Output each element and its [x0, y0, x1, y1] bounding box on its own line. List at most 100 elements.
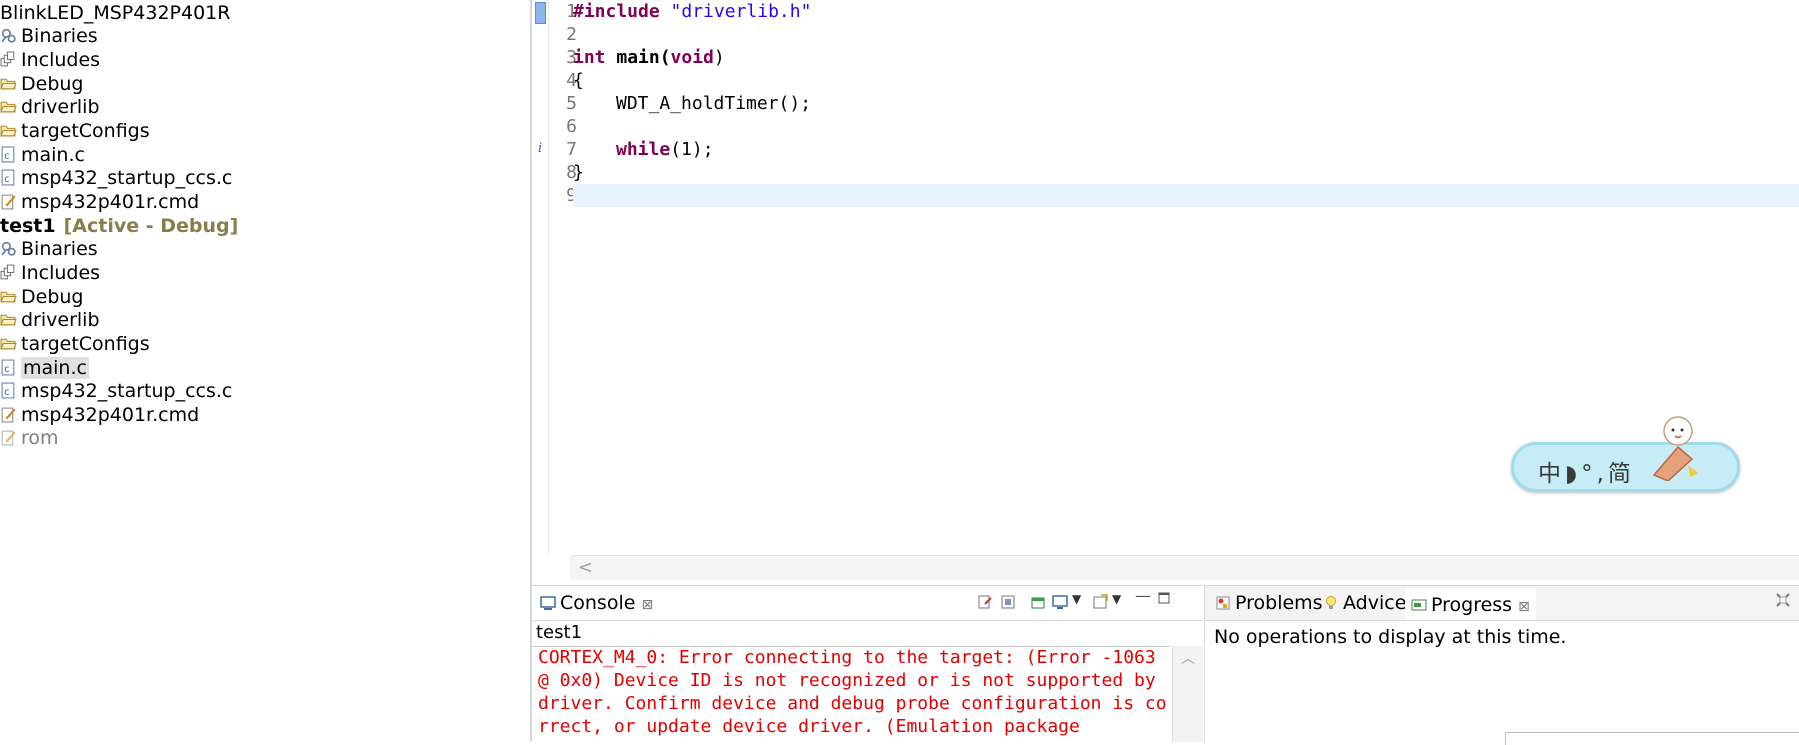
svg-text:c: c: [4, 364, 9, 375]
preprocessor-keyword: #include: [573, 1, 660, 22]
scroll-lock-icon[interactable]: [1000, 594, 1016, 610]
tree-item-driverlib[interactable]: driverlib: [0, 307, 100, 333]
tree-item-label: targetConfigs: [21, 120, 150, 142]
progress-empty-message: No operations to display at this time.: [1214, 626, 1567, 648]
tree-item-label: Debug: [21, 286, 84, 308]
minimize-icon[interactable]: —: [1135, 586, 1151, 605]
console-icon: [540, 596, 556, 610]
clear-console-icon[interactable]: [977, 594, 993, 610]
code-line-3[interactable]: int main(void): [573, 46, 725, 69]
tree-item-label: Binaries: [21, 238, 98, 260]
ime-mascot-icon: [1652, 416, 1698, 481]
close-icon[interactable]: ⊠: [1518, 599, 1530, 615]
loop-keyword: while: [616, 139, 671, 160]
type-keyword: int: [573, 47, 606, 68]
progress-view: Problems Advice Progress ⊠ No operations …: [1204, 585, 1799, 745]
binaries-icon: [1, 28, 16, 43]
type-keyword: void: [670, 47, 714, 68]
bookmark-marker[interactable]: [535, 2, 546, 24]
tree-item-label: driverlib: [21, 309, 100, 331]
tree-item-label: rom: [21, 427, 59, 449]
cmd-file-icon: [1, 407, 16, 423]
remove-all-finished-icon[interactable]: [1775, 592, 1791, 608]
code-punct: ): [713, 47, 725, 68]
info-marker-icon[interactable]: i: [538, 141, 542, 156]
open-console-icon[interactable]: [1092, 594, 1108, 610]
code-line-1[interactable]: #include "driverlib.h": [573, 0, 811, 23]
folder-icon: [0, 291, 17, 303]
maximize-icon[interactable]: [1158, 592, 1170, 604]
active-debug-tag: [Active - Debug]: [63, 215, 239, 237]
tree-item-label: Debug: [21, 73, 84, 95]
editor-overview-ruler: i: [532, 0, 549, 555]
project-name: test1: [0, 215, 56, 237]
svg-text:c: c: [4, 151, 9, 162]
tab-label: Advice: [1343, 592, 1407, 614]
tab-label: Problems: [1235, 592, 1323, 614]
console-view: Console ⊠ ▼ ▼ — test1 CORTEX_M4_0: Error …: [532, 585, 1203, 742]
close-icon[interactable]: ⊠: [641, 597, 653, 613]
chevron-down-icon[interactable]: ▼: [1072, 592, 1081, 606]
editor-horizontal-scrollbar[interactable]: <: [570, 555, 1799, 580]
tab-advice[interactable]: Advice: [1317, 588, 1412, 618]
tab-progress[interactable]: Progress ⊠: [1405, 588, 1536, 620]
c-file-icon: c: [1, 169, 15, 186]
c-file-icon: c: [1, 146, 15, 163]
console-tabbar: Console ⊠ ▼ ▼ —: [532, 586, 1202, 621]
code-punct: (1);: [670, 139, 714, 160]
svg-text:c: c: [4, 174, 9, 185]
c-file-icon: c: [1, 382, 15, 399]
include-string: "driverlib.h": [670, 1, 812, 22]
tree-item-binaries[interactable]: Binaries: [0, 23, 98, 49]
tab-label: Console: [560, 592, 636, 614]
ime-toolbar[interactable]: 中◗°,简: [1511, 442, 1740, 492]
tree-item-includes[interactable]: Includes: [0, 47, 100, 73]
tree-item-label: msp432_startup_ccs.c: [21, 380, 233, 402]
tree-item-startup-c[interactable]: c msp432_startup_ccs.c: [0, 165, 232, 191]
project-explorer: BlinkLED_MSP432P401R Binaries Includes D…: [0, 0, 532, 741]
includes-icon: [0, 264, 15, 280]
includes-icon: [0, 51, 15, 67]
tree-item-includes[interactable]: Includes: [0, 260, 100, 286]
progress-icon: [1411, 599, 1427, 611]
overlay-window-edge: [1505, 732, 1799, 745]
folder-icon: [0, 78, 17, 90]
console-error-output[interactable]: CORTEX_M4_0: Error connecting to the tar…: [538, 646, 1168, 738]
tree-item-driverlib[interactable]: driverlib: [0, 94, 100, 120]
chevron-down-icon[interactable]: ▼: [1112, 592, 1121, 606]
tree-item-label: msp432p401r.cmd: [21, 191, 200, 213]
function-name: main(: [616, 47, 671, 68]
tree-item-label: targetConfigs: [21, 333, 150, 355]
pin-console-icon[interactable]: [1030, 594, 1046, 610]
tab-console[interactable]: Console ⊠: [534, 588, 660, 618]
code-line-5[interactable]: WDT_A_holdTimer();: [616, 92, 811, 115]
tree-item-cmd[interactable]: msp432p401r.cmd: [0, 189, 199, 215]
folder-icon: [0, 314, 17, 326]
c-file-icon: c: [1, 359, 15, 376]
console-session-name: test1: [536, 622, 583, 643]
folder-icon: [0, 338, 17, 350]
tree-item-rom[interactable]: rom: [0, 425, 59, 451]
tree-item-label: main.c: [21, 144, 85, 166]
code-line-8[interactable]: }: [573, 161, 584, 184]
rom-file-icon: [1, 430, 16, 446]
tab-label: Progress: [1431, 594, 1513, 616]
display-console-icon[interactable]: [1052, 594, 1068, 610]
scroll-left-arrow-icon[interactable]: <: [578, 557, 593, 578]
folder-icon: [0, 125, 17, 137]
right-panel-tabbar: Problems Advice Progress ⊠: [1205, 586, 1799, 621]
problems-icon: [1216, 596, 1230, 610]
project-name: BlinkLED_MSP432P401R: [0, 2, 231, 24]
tree-item-label: msp432p401r.cmd: [21, 404, 200, 426]
tree-item-startup-c[interactable]: c msp432_startup_ccs.c: [0, 378, 232, 404]
tab-problems[interactable]: Problems: [1209, 588, 1329, 618]
tree-item-label: Includes: [21, 262, 101, 284]
tree-item-binaries[interactable]: Binaries: [0, 236, 98, 262]
chevron-up-icon[interactable]: ︿: [1181, 648, 1195, 668]
code-line-7[interactable]: while(1);: [616, 138, 714, 161]
code-line-4[interactable]: {: [573, 69, 584, 92]
console-vertical-scrollbar[interactable]: ︿: [1172, 646, 1203, 742]
tree-item-targetconfigs[interactable]: targetConfigs: [0, 331, 150, 357]
tree-item-targetconfigs[interactable]: targetConfigs: [0, 118, 150, 144]
ime-toolbar-label[interactable]: 中◗°,简: [1538, 454, 1635, 488]
